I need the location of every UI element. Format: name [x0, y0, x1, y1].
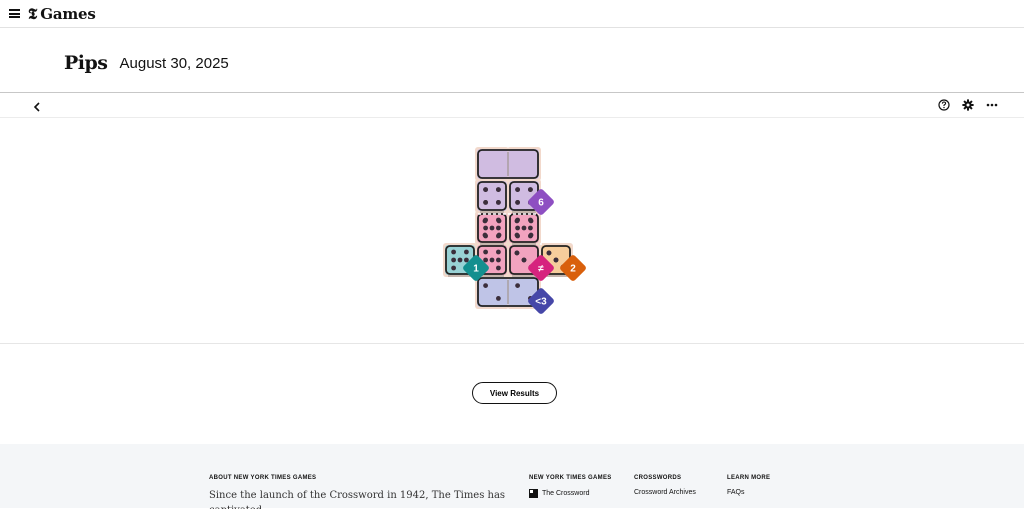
domino-pip: [496, 296, 501, 301]
domino-pip: [489, 257, 495, 263]
domino-pip: [496, 200, 501, 205]
footer-about-heading: ABOUT NEW YORK TIMES GAMES: [209, 475, 317, 481]
nyt-logo-letter: 𝕿: [28, 4, 38, 23]
domino-pip: [451, 265, 456, 271]
games-logo[interactable]: 𝕿 Games: [28, 5, 96, 23]
footer-about: ABOUT NEW YORK TIMES GAMES Since the lau…: [209, 475, 509, 509]
domino-pip: [451, 249, 456, 255]
domino-pip: [482, 232, 488, 238]
help-icon[interactable]: [937, 98, 950, 111]
footer-link-crossword-archives[interactable]: Crossword Archives: [634, 489, 696, 496]
domino-pip: [528, 187, 533, 192]
footer-link-label: The Crossword: [542, 490, 590, 497]
region-label: 1: [473, 264, 479, 275]
domino-pip: [546, 250, 552, 256]
domino-pip: [483, 200, 488, 205]
domino-pip: [515, 200, 520, 205]
domino: [477, 181, 507, 211]
chevron-left-icon: [33, 102, 40, 112]
footer-col-learn: LEARN MORE FAQs: [727, 475, 770, 496]
footer-col-games: NEW YORK TIMES GAMES The Crossword: [529, 475, 612, 498]
footer-crosswords-heading: CROSSWORDS: [634, 475, 682, 481]
domino-pip: [496, 225, 501, 231]
domino-pip: [515, 283, 520, 288]
region-label: ≠: [538, 264, 544, 275]
footer-learn-heading: LEARN MORE: [727, 475, 771, 481]
domino-pip: [515, 225, 520, 231]
game-title: Pips: [64, 52, 108, 74]
region-label: 2: [570, 264, 576, 275]
region-label: 6: [538, 198, 544, 209]
domino-pip: [528, 218, 534, 224]
domino-pip: [483, 257, 488, 263]
domino-pip: [457, 257, 463, 263]
domino-pip: [514, 218, 520, 224]
domino-pip: [514, 250, 520, 256]
crossword-icon: [529, 489, 538, 498]
back-button[interactable]: [33, 99, 41, 115]
results-area: View Results: [0, 344, 1024, 444]
domino-pip: [514, 232, 520, 238]
menu-icon[interactable]: [9, 9, 20, 18]
more-icon[interactable]: [985, 98, 998, 111]
domino-pip: [496, 249, 501, 255]
domino-pip: [528, 232, 534, 238]
game-toolbar: [0, 93, 1024, 118]
gear-icon[interactable]: [961, 98, 974, 111]
view-results-button[interactable]: View Results: [472, 382, 557, 404]
domino-pip: [483, 187, 488, 192]
domino-pip: [521, 225, 527, 231]
domino-pip: [496, 187, 501, 192]
domino-pip: [515, 187, 520, 192]
pips-board: 6 1 ≠ 2 <3: [443, 147, 586, 314]
domino-pip: [482, 218, 488, 224]
domino-pip: [521, 257, 527, 263]
footer-link-crossword[interactable]: The Crossword: [529, 489, 612, 498]
domino-pip: [483, 249, 488, 255]
domino-pip: [489, 225, 495, 231]
footer-link-faqs[interactable]: FAQs: [727, 489, 770, 496]
pips-board-area: 6 1 ≠ 2 <3: [0, 118, 1024, 344]
domino-pip: [483, 283, 488, 288]
domino-pip: [496, 232, 502, 238]
domino-pip: [496, 257, 501, 263]
footer-about-text: Since the launch of the Crossword in 194…: [209, 490, 506, 509]
footer: ABOUT NEW YORK TIMES GAMES Since the lau…: [0, 444, 1024, 509]
domino-pip: [464, 257, 469, 263]
domino-pip: [496, 218, 502, 224]
domino-pip: [553, 257, 559, 263]
domino-pip: [483, 225, 488, 231]
footer-col-crosswords: CROSSWORDS Crossword Archives: [634, 475, 696, 496]
footer-games-heading: NEW YORK TIMES GAMES: [529, 475, 612, 481]
games-brand: Games: [40, 4, 96, 23]
top-bar: 𝕿 Games: [0, 0, 1024, 28]
game-title-row: Pips August 30, 2025: [0, 28, 1024, 93]
domino-pip: [496, 265, 501, 271]
domino-pip: [464, 249, 469, 255]
domino-pip: [528, 225, 533, 231]
puzzle-date: August 30, 2025: [119, 54, 229, 72]
domino-pip: [451, 257, 456, 263]
region-label: <3: [535, 297, 547, 308]
